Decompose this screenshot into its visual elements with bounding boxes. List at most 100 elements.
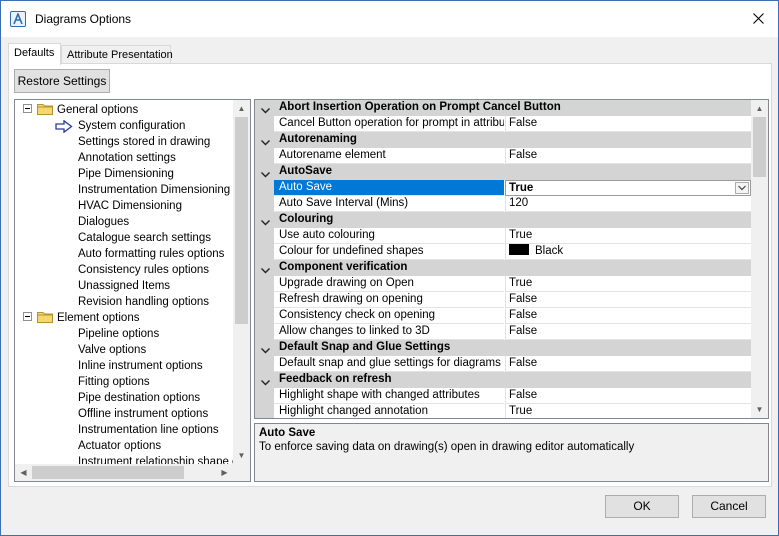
property-name[interactable]: Use auto colouring [274,228,504,244]
tree-item[interactable]: HVAC Dimensioning [78,198,182,214]
scroll-down-icon[interactable]: ▼ [233,447,250,464]
grid-category[interactable]: Component verification [255,260,751,276]
grid-property-row[interactable]: Cancel Button operation for prompt in at… [255,116,751,132]
scrollbar-thumb[interactable] [235,117,248,324]
property-value[interactable]: True [505,276,751,292]
property-value[interactable]: False [505,324,751,340]
folder-open-icon [37,103,53,115]
grid-category[interactable]: Colouring [255,212,751,228]
grid-vertical-scrollbar[interactable]: ▲ ▼ [751,100,768,418]
tree-vertical-scrollbar[interactable]: ▲ ▼ [233,100,250,464]
tree-item[interactable]: Pipe destination options [78,390,200,406]
property-value[interactable]: True [505,228,751,244]
tree-group-1[interactable]: Element options [23,310,139,326]
property-value[interactable]: False [505,308,751,324]
property-name[interactable]: Highlight shape with changed attributes [274,388,504,404]
tree-item-label: Catalogue search settings [78,232,211,244]
tree-item[interactable]: Settings stored in drawing [78,134,210,150]
grid-category[interactable]: AutoSave [255,164,751,180]
ok-button[interactable]: OK [605,495,679,518]
tree-item[interactable]: Dialogues [78,214,129,230]
tree-item[interactable]: Inline instrument options [78,358,203,374]
tree-item[interactable]: Unassigned Items [78,278,170,294]
grid-category[interactable]: Default Snap and Glue Settings [255,340,751,356]
scroll-up-icon[interactable]: ▲ [751,100,768,117]
tree-item[interactable]: Pipe Dimensioning [78,166,174,182]
grid-property-row[interactable]: Allow changes to linked to 3D False [255,324,751,340]
grid-property-row[interactable]: Use auto colouring True [255,228,751,244]
property-value[interactable]: Black [505,244,751,260]
grid-property-row[interactable]: Auto Save True [255,180,751,196]
grid-property-row[interactable]: Consistency check on opening False [255,308,751,324]
dropdown-button[interactable] [735,182,749,194]
property-name[interactable]: Allow changes to linked to 3D [274,324,504,340]
property-name[interactable]: Consistency check on opening [274,308,504,324]
restore-settings-button[interactable]: Restore Settings [14,69,110,93]
property-value[interactable]: 120 [505,196,751,212]
tree-item[interactable]: Revision handling options [78,294,209,310]
property-value[interactable]: False [505,356,751,372]
row-gutter [255,276,274,292]
property-name[interactable]: Auto Save Interval (Mins) [274,196,504,212]
collapse-toggle-icon[interactable] [23,104,32,114]
scroll-right-icon[interactable]: ▶ [216,464,233,481]
tab-attribute-presentation[interactable]: Attribute Presentation [61,45,173,64]
property-name[interactable]: Highlight changed annotation [274,404,504,418]
property-value[interactable]: True [505,404,751,418]
tree-group-0[interactable]: General options [23,102,138,118]
cancel-button[interactable]: Cancel [692,495,766,518]
scroll-up-icon[interactable]: ▲ [233,100,250,117]
property-grid[interactable]: Abort Insertion Operation on Prompt Canc… [254,99,769,419]
scrollbar-thumb[interactable] [753,117,766,177]
tree-item[interactable]: Offline instrument options [78,406,208,422]
tree-item[interactable]: System configuration [55,118,185,134]
grid-property-row[interactable]: Highlight changed annotation True [255,404,751,418]
property-value[interactable]: False [505,148,751,164]
tree-item-label: Pipeline options [78,328,160,340]
tree-item[interactable]: Instrumentation line options [78,422,219,438]
tree-item[interactable]: Valve options [78,342,146,358]
scrollbar-thumb[interactable] [32,466,184,479]
property-grid-rows: Abort Insertion Operation on Prompt Canc… [255,100,751,418]
grid-property-row[interactable]: Auto Save Interval (Mins) 120 [255,196,751,212]
property-value[interactable]: False [505,388,751,404]
tab-defaults[interactable]: Defaults [8,43,61,65]
property-value[interactable]: False [505,292,751,308]
property-value[interactable]: False [505,116,751,132]
tree-item[interactable]: Instrumentation Dimensioning [78,182,230,198]
tree-item[interactable]: Catalogue search settings [78,230,211,246]
property-name[interactable]: Refresh drawing on opening [274,292,504,308]
grid-property-row[interactable]: Autorename element False [255,148,751,164]
tree-item[interactable]: Instrument relationship shape opt [78,454,233,464]
grid-category[interactable]: Feedback on refresh [255,372,751,388]
grid-property-row[interactable]: Refresh drawing on opening False [255,292,751,308]
scroll-left-icon[interactable]: ◀ [15,464,32,481]
tree-item[interactable]: Pipeline options [78,326,159,342]
close-button[interactable] [746,7,772,31]
tree-item[interactable]: Annotation settings [78,150,176,166]
property-name[interactable]: Upgrade drawing on Open [274,276,504,292]
grid-category[interactable]: Autorenaming [255,132,751,148]
scroll-down-icon[interactable]: ▼ [751,401,768,418]
property-value-text: False [509,293,538,305]
tree-horizontal-scrollbar[interactable]: ◀ ▶ [15,464,233,481]
grid-property-row[interactable]: Default snap and glue settings for diagr… [255,356,751,372]
grid-property-row[interactable]: Colour for undefined shapes Black [255,244,751,260]
property-name[interactable]: Colour for undefined shapes [274,244,504,260]
tree-item[interactable]: Fitting options [78,374,150,390]
property-name[interactable]: Auto Save [274,180,504,196]
grid-property-row[interactable]: Upgrade drawing on Open True [255,276,751,292]
collapse-toggle-icon[interactable] [23,312,32,322]
property-value[interactable]: True [505,180,751,196]
tree-item[interactable]: Auto formatting rules options [78,246,224,262]
grid-property-row[interactable]: Highlight shape with changed attributes F… [255,388,751,404]
tree-item[interactable]: Consistency rules options [78,262,209,278]
grid-category[interactable]: Abort Insertion Operation on Prompt Canc… [255,100,751,116]
property-name[interactable]: Autorename element [274,148,504,164]
options-tree[interactable]: General options System configuration Setti… [14,99,251,482]
chevron-down-icon [738,185,746,191]
tree-item[interactable]: Actuator options [78,438,161,454]
property-name[interactable]: Default snap and glue settings for diagr… [274,356,504,372]
property-value-text: False [509,325,538,337]
property-name[interactable]: Cancel Button operation for prompt in at… [274,116,504,132]
